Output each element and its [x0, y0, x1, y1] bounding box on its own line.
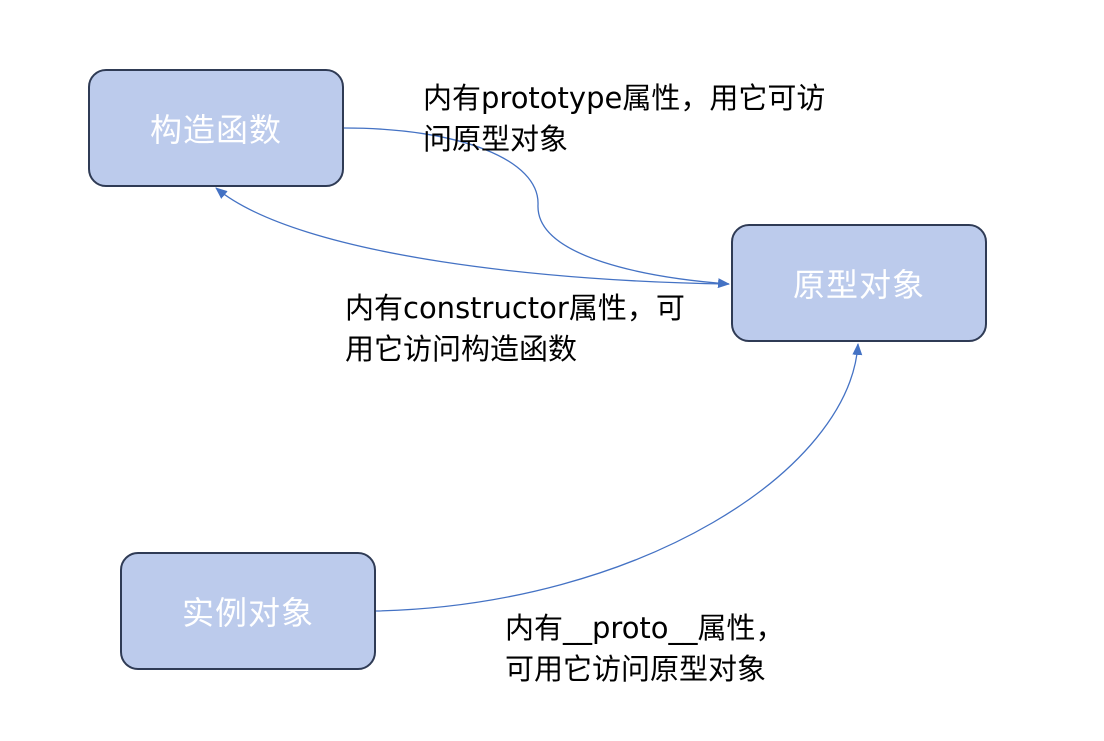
edge-prototype-to-constructor: [215, 187, 730, 285]
node-instance-label: 实例对象: [181, 594, 314, 632]
edge-instance-to-prototype: [375, 343, 863, 612]
edge-label-line: 问原型对象: [423, 122, 569, 156]
diagram-canvas: 构造函数 原型对象 实例对象 内有prototype属性，用它可访 问原型对象 …: [0, 0, 1104, 741]
node-prototype-object[interactable]: 原型对象: [731, 224, 987, 342]
edge-label-line: 用它访问构造函数: [345, 332, 578, 366]
node-constructor-label: 构造函数: [149, 111, 282, 149]
node-constructor-function[interactable]: 构造函数: [88, 69, 344, 187]
node-prototype-label: 原型对象: [792, 266, 925, 304]
edge-label-line: 内有prototype属性，用它可访: [423, 81, 826, 115]
edge-label-proto-property: 内有__proto__属性， 可用它访问原型对象: [505, 608, 785, 690]
edge-label-line: 内有__proto__属性，: [505, 611, 785, 645]
node-instance-object[interactable]: 实例对象: [120, 552, 376, 670]
edge-label-constructor-property: 内有constructor属性，可 用它访问构造函数: [345, 288, 685, 370]
edge-label-prototype-property: 内有prototype属性，用它可访 问原型对象: [423, 78, 825, 160]
edge-label-line: 内有constructor属性，可: [345, 291, 685, 325]
edge-label-line: 可用它访问原型对象: [505, 652, 767, 686]
